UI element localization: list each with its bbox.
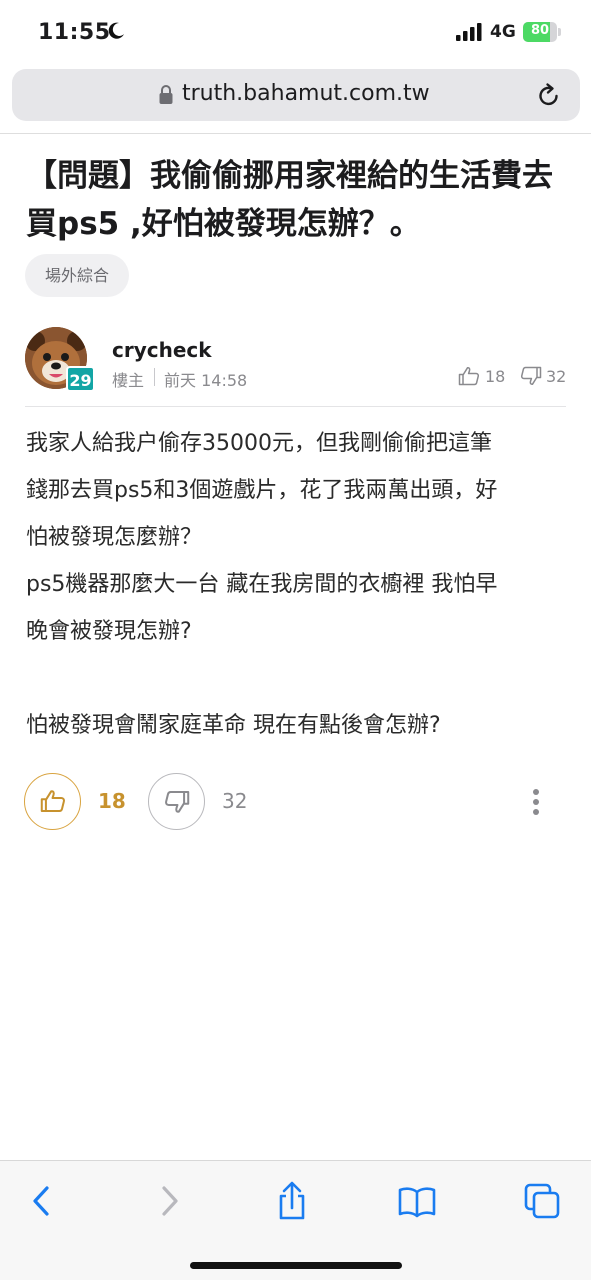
thumbs-down-icon [520, 366, 542, 385]
forward-chevron-icon[interactable] [150, 1181, 190, 1221]
body-line [26, 655, 566, 702]
meta-divider [154, 368, 155, 386]
url-text[interactable]: truth.bahamut.com.tw [182, 81, 430, 106]
body-line: 我家人給我户偷存35000元，但我剛偷偷把這筆 [26, 431, 492, 456]
floor-label: 樓主 [112, 371, 145, 390]
status-bar: 11:55 4G 80 [0, 0, 591, 64]
bookmarks-icon[interactable] [397, 1181, 437, 1221]
lock-icon [159, 85, 173, 104]
back-chevron-icon[interactable] [21, 1181, 61, 1221]
signal-icon [456, 23, 482, 41]
thumbs-down-icon [165, 790, 190, 813]
moon-icon [108, 22, 124, 39]
dislike-count: 32 [222, 789, 248, 813]
battery-level: 80 [530, 23, 550, 38]
board-tag[interactable]: 場外綜合 [25, 254, 130, 297]
thumbs-up-icon [40, 790, 65, 813]
author-name[interactable]: crycheck [112, 338, 212, 362]
post-body: 我家人給我户偷存35000元，但我剛偷偷把這筆 錢那去買ps5和3個遊戲片，花了… [26, 420, 566, 749]
dislike-button[interactable] [148, 773, 205, 830]
post-time: 前天 14:58 [164, 371, 248, 390]
home-indicator [190, 1262, 402, 1269]
share-icon[interactable] [272, 1181, 312, 1221]
body-line: 怕被發現會鬧家庭革命 現在有點後會怎辦? [26, 713, 441, 738]
header-like-count: 18 [485, 367, 506, 386]
divider [25, 406, 566, 407]
body-line: 錢那去買ps5和3個遊戲片，花了我兩萬出頭，好 [26, 478, 498, 503]
like-count: 18 [98, 789, 126, 813]
user-level-badge: 29 [66, 366, 95, 392]
body-line: 怕被發現怎麼辦？ [26, 525, 203, 550]
address-bar[interactable]: truth.bahamut.com.tw [12, 69, 580, 121]
header-dislike-count: 32 [546, 367, 567, 386]
browser-address-area: truth.bahamut.com.tw [0, 64, 591, 134]
network-label: 4G [490, 22, 516, 42]
tabs-icon[interactable] [522, 1181, 562, 1221]
thumbs-up-icon [458, 367, 480, 386]
battery-icon: 80 [523, 22, 561, 42]
body-line: 晚會被發現怎辦? [26, 619, 192, 644]
more-options-icon[interactable] [526, 786, 546, 818]
status-time: 11:55 [38, 20, 111, 45]
like-button[interactable] [24, 773, 81, 830]
body-line: ps5機器那麼大一台 藏在我房間的衣櫥裡 我怕早 [26, 572, 498, 597]
reload-icon[interactable] [536, 81, 562, 109]
post-title: 【問題】我偷偷挪用家裡給的生活費去買ps5 ,好怕被發現怎辦？。 [26, 158, 553, 242]
